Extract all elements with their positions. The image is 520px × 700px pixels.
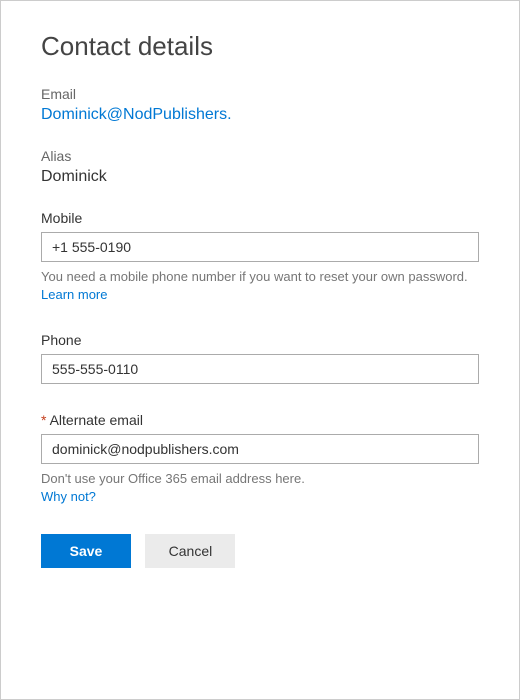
why-not-link[interactable]: Why not? <box>41 489 96 504</box>
email-section: Email Dominick@NodPublishers. <box>41 86 479 124</box>
alternate-email-help-text: Don't use your Office 365 email address … <box>41 470 479 488</box>
alias-section: Alias Dominick <box>41 148 479 186</box>
email-label: Email <box>41 86 479 102</box>
learn-more-link[interactable]: Learn more <box>41 287 107 302</box>
alternate-email-section: * Alternate email Don't use your Office … <box>41 412 479 506</box>
mobile-label: Mobile <box>41 210 479 226</box>
alias-label: Alias <box>41 148 479 164</box>
alternate-email-label: * Alternate email <box>41 412 479 428</box>
phone-section: Phone <box>41 332 479 384</box>
alternate-email-input[interactable] <box>41 434 479 464</box>
phone-label: Phone <box>41 332 479 348</box>
phone-input[interactable] <box>41 354 479 384</box>
save-button[interactable]: Save <box>41 534 131 568</box>
mobile-help-text: You need a mobile phone number if you wa… <box>41 268 479 286</box>
alternate-email-label-text: Alternate email <box>50 412 143 428</box>
email-value: Dominick@NodPublishers. <box>41 106 479 124</box>
button-row: Save Cancel <box>41 534 479 568</box>
cancel-button[interactable]: Cancel <box>145 534 235 568</box>
mobile-section: Mobile You need a mobile phone number if… <box>41 210 479 304</box>
required-asterisk: * <box>41 412 46 428</box>
mobile-input[interactable] <box>41 232 479 262</box>
alias-value: Dominick <box>41 168 479 186</box>
page-title: Contact details <box>41 31 479 62</box>
